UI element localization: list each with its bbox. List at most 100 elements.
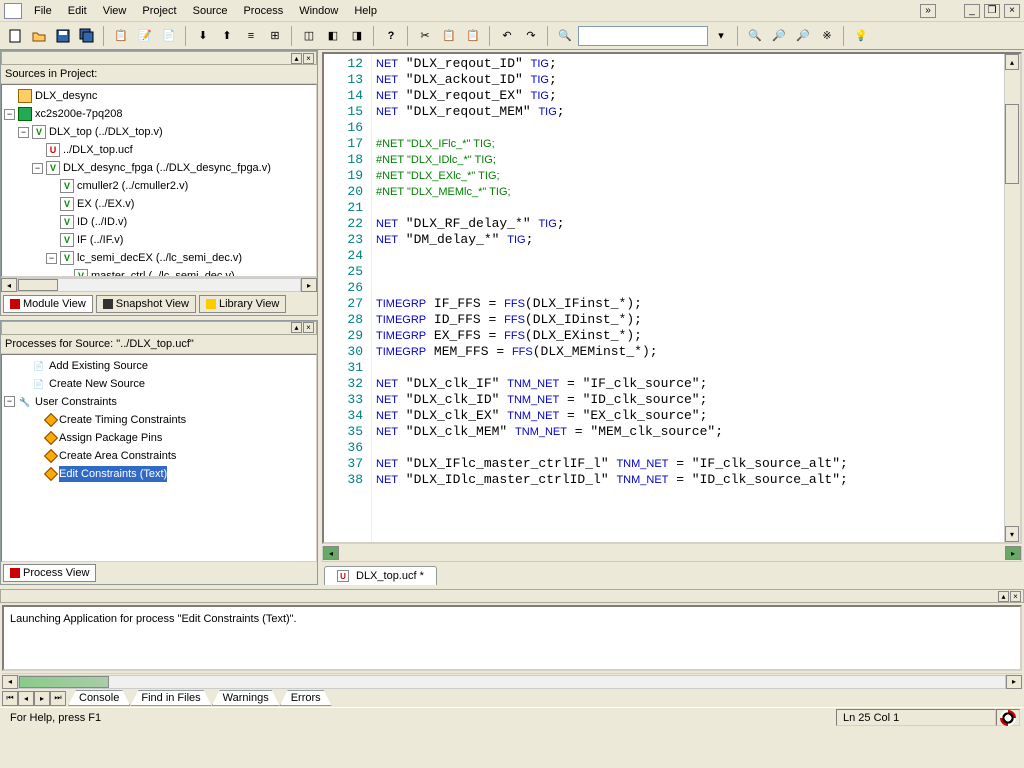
tree-fpga[interactable]: −VDLX_desync_fpga (../DLX_desync_fpga.v) (4, 159, 314, 177)
menu-process[interactable]: Process (235, 2, 291, 20)
tree-ucf[interactable]: U../DLX_top.ucf (4, 141, 314, 159)
scroll-left-icon[interactable]: ◂ (323, 546, 339, 560)
console-hscroll[interactable]: ◂ ▸ (2, 673, 1022, 689)
tab-prev-icon[interactable]: ◂ (18, 691, 34, 706)
tab-module-view[interactable]: Module View (3, 295, 93, 313)
close-button[interactable]: × (1004, 4, 1020, 18)
tree-file[interactable]: Vmaster_ctrl (../lc_semi_dec.v) (4, 267, 314, 277)
tree-file[interactable]: VIF (../IF.v) (4, 231, 314, 249)
tab-process-view[interactable]: Process View (3, 564, 96, 582)
scroll-right-icon[interactable]: ▸ (1006, 675, 1022, 689)
menu-edit[interactable]: Edit (60, 2, 95, 20)
search-icon[interactable]: 🔍 (554, 25, 576, 47)
process-add-source[interactable]: 📄Add Existing Source (4, 357, 314, 375)
sources-hscroll[interactable]: ◂ ▸ (1, 277, 317, 293)
redo-icon[interactable]: ↷ (520, 25, 542, 47)
tool-icon-d[interactable]: ⬇ (192, 25, 214, 47)
menu-project[interactable]: Project (134, 2, 184, 20)
scroll-right-icon[interactable]: ▸ (301, 278, 317, 292)
editor-vscroll[interactable]: ▴ ▾ (1004, 54, 1020, 542)
panel-up-icon[interactable]: ▴ (291, 53, 302, 64)
copy-icon[interactable]: 📋 (438, 25, 460, 47)
tool-icon-i[interactable]: ◧ (322, 25, 344, 47)
tab-first-icon[interactable]: ⏮ (2, 691, 18, 706)
tab-find-in-files[interactable]: Find in Files (130, 690, 211, 706)
scroll-thumb[interactable] (1005, 104, 1019, 184)
tool-icon-g[interactable]: ⊞ (264, 25, 286, 47)
collapse-icon[interactable]: − (46, 253, 57, 264)
find-prev-icon[interactable]: 🔎 (792, 25, 814, 47)
paste-icon[interactable]: 📋 (462, 25, 484, 47)
lightbulb-icon[interactable]: 💡 (850, 25, 872, 47)
tool-icon-b[interactable]: 📝 (134, 25, 156, 47)
dropdown-icon[interactable]: ▾ (710, 25, 732, 47)
minimize-button[interactable]: _ (964, 4, 980, 18)
tree-project[interactable]: DLX_desync (4, 87, 314, 105)
tree-file[interactable]: VEX (../EX.v) (4, 195, 314, 213)
tool-icon-h[interactable]: ◫ (298, 25, 320, 47)
new-icon[interactable] (4, 25, 26, 47)
bookmark-icon[interactable]: ※ (816, 25, 838, 47)
overflow-icon[interactable]: » (920, 4, 936, 18)
tree-device[interactable]: −xc2s200e-7pq208 (4, 105, 314, 123)
menu-source[interactable]: Source (185, 2, 236, 20)
process-pins[interactable]: Assign Package Pins (4, 429, 314, 447)
tab-library-view[interactable]: Library View (199, 295, 286, 313)
panel-up-icon[interactable]: ▴ (998, 591, 1009, 602)
save-icon[interactable] (52, 25, 74, 47)
scroll-right-icon[interactable]: ▸ (1005, 546, 1021, 560)
collapse-icon[interactable]: − (32, 163, 43, 174)
menu-help[interactable]: Help (346, 2, 385, 20)
scroll-thumb[interactable] (19, 676, 109, 688)
panel-close-icon[interactable]: × (303, 53, 314, 64)
help-pointer-icon[interactable]: ? (380, 25, 402, 47)
restore-button[interactable]: ❐ (984, 4, 1000, 18)
tab-next-icon[interactable]: ▸ (34, 691, 50, 706)
process-new-source[interactable]: 📄Create New Source (4, 375, 314, 393)
tool-icon-a[interactable]: 📋 (110, 25, 132, 47)
editor: 1213141516171819202122232425262728293031… (320, 50, 1024, 585)
collapse-icon[interactable]: − (18, 127, 29, 138)
scroll-down-icon[interactable]: ▾ (1005, 526, 1019, 542)
editor-tab[interactable]: U DLX_top.ucf * (324, 566, 437, 585)
tab-warnings[interactable]: Warnings (212, 690, 280, 706)
find-icon[interactable]: 🔍 (744, 25, 766, 47)
search-input[interactable] (578, 26, 708, 46)
tree-lcsemi[interactable]: −Vlc_semi_decEX (../lc_semi_dec.v) (4, 249, 314, 267)
tree-file[interactable]: Vcmuller2 (../cmuller2.v) (4, 177, 314, 195)
process-user-constraints[interactable]: −🔧User Constraints (4, 393, 314, 411)
menu-view[interactable]: View (95, 2, 135, 20)
code-area[interactable]: NET "DLX_reqout_ID" TIG; NET "DLX_ackout… (372, 54, 1004, 542)
console-output[interactable]: Launching Application for process "Edit … (2, 605, 1022, 671)
save-all-icon[interactable] (76, 25, 98, 47)
editor-hscroll[interactable]: ◂ ▸ (322, 546, 1022, 562)
process-area[interactable]: Create Area Constraints (4, 447, 314, 465)
panel-up-icon[interactable]: ▴ (291, 322, 302, 333)
tree-top[interactable]: −VDLX_top (../DLX_top.v) (4, 123, 314, 141)
cut-icon[interactable]: ✂ (414, 25, 436, 47)
scroll-left-icon[interactable]: ◂ (1, 278, 17, 292)
menu-file[interactable]: File (26, 2, 60, 20)
tab-errors[interactable]: Errors (280, 690, 332, 706)
tab-last-icon[interactable]: ⏭ (50, 691, 66, 706)
scroll-thumb[interactable] (18, 279, 58, 291)
collapse-icon[interactable]: − (4, 109, 15, 120)
undo-icon[interactable]: ↶ (496, 25, 518, 47)
process-edit-constraints[interactable]: Edit Constraints (Text) (4, 465, 314, 483)
process-timing[interactable]: Create Timing Constraints (4, 411, 314, 429)
menu-window[interactable]: Window (291, 2, 346, 20)
tab-console[interactable]: Console (68, 690, 130, 706)
tree-file[interactable]: VID (../ID.v) (4, 213, 314, 231)
tool-icon-j[interactable]: ◨ (346, 25, 368, 47)
panel-close-icon[interactable]: × (303, 322, 314, 333)
scroll-up-icon[interactable]: ▴ (1005, 54, 1019, 70)
tool-icon-c[interactable]: 📄 (158, 25, 180, 47)
open-icon[interactable] (28, 25, 50, 47)
tool-icon-e[interactable]: ⬆ (216, 25, 238, 47)
scroll-left-icon[interactable]: ◂ (2, 675, 18, 689)
collapse-icon[interactable]: − (4, 396, 15, 407)
tool-icon-f[interactable]: ≡ (240, 25, 262, 47)
panel-close-icon[interactable]: × (1010, 591, 1021, 602)
find-next-icon[interactable]: 🔎 (768, 25, 790, 47)
tab-snapshot-view[interactable]: Snapshot View (96, 295, 196, 313)
